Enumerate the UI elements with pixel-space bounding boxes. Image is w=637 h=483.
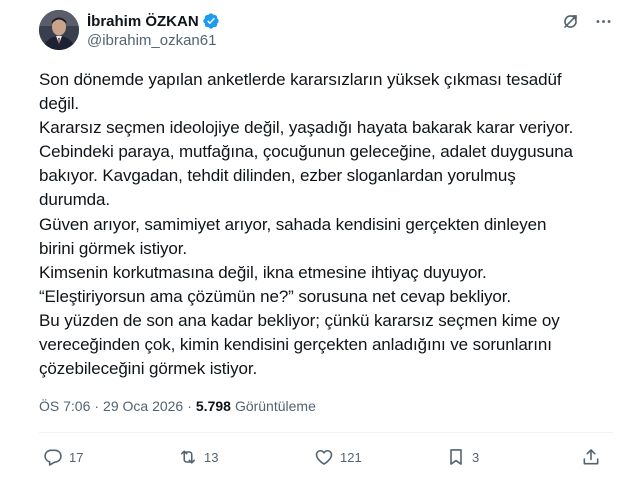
share-icon (583, 449, 599, 465)
name-row: İbrahim ÖZKAN (87, 11, 220, 31)
avatar[interactable] (39, 10, 79, 50)
divider (39, 432, 613, 433)
reply-count: 17 (69, 449, 84, 465)
tweet-date[interactable]: 29 Oca 2026 (103, 398, 183, 414)
views-label[interactable]: Görüntüleme (235, 398, 316, 414)
bookmark-count: 3 (472, 449, 480, 465)
grok-icon[interactable] (561, 12, 580, 31)
retweet-count: 13 (204, 449, 219, 465)
like-button[interactable]: 121 (314, 445, 362, 469)
retweet-icon (180, 450, 196, 464)
more-options-icon[interactable] (594, 12, 613, 31)
meta-separator: · (94, 398, 100, 414)
bookmark-icon (450, 449, 462, 465)
like-count: 121 (340, 449, 362, 465)
tweet-time[interactable]: ÖS 7:06 (39, 398, 90, 414)
retweet-button[interactable]: 13 (178, 445, 218, 469)
tweet-card: İbrahim ÖZKAN @ibrahim_ozkan61 Son dönem… (0, 0, 637, 483)
author-block: İbrahim ÖZKAN @ibrahim_ozkan61 (87, 10, 220, 49)
action-bar: 17 13 121 3 (39, 445, 613, 469)
tweet-header: İbrahim ÖZKAN @ibrahim_ozkan61 (39, 10, 613, 54)
bookmark-button[interactable]: 3 (446, 445, 479, 469)
views-count[interactable]: 5.798 (196, 398, 231, 414)
meta-separator: · (187, 398, 192, 414)
tweet-text: Son dönemde yapılan anketlerde kararsızl… (39, 70, 574, 379)
share-button[interactable] (581, 445, 601, 469)
like-icon (315, 449, 333, 465)
author-display-name[interactable]: İbrahim ÖZKAN (87, 13, 199, 30)
header-actions (561, 12, 613, 31)
reply-button[interactable]: 17 (43, 445, 83, 469)
reply-icon (44, 449, 62, 466)
tweet-meta: ÖS 7:06 · 29 Oca 2026 · 5.798 Görüntülem… (39, 397, 316, 415)
verified-badge-icon (202, 13, 219, 29)
author-handle[interactable]: @ibrahim_ozkan61 (87, 32, 220, 49)
